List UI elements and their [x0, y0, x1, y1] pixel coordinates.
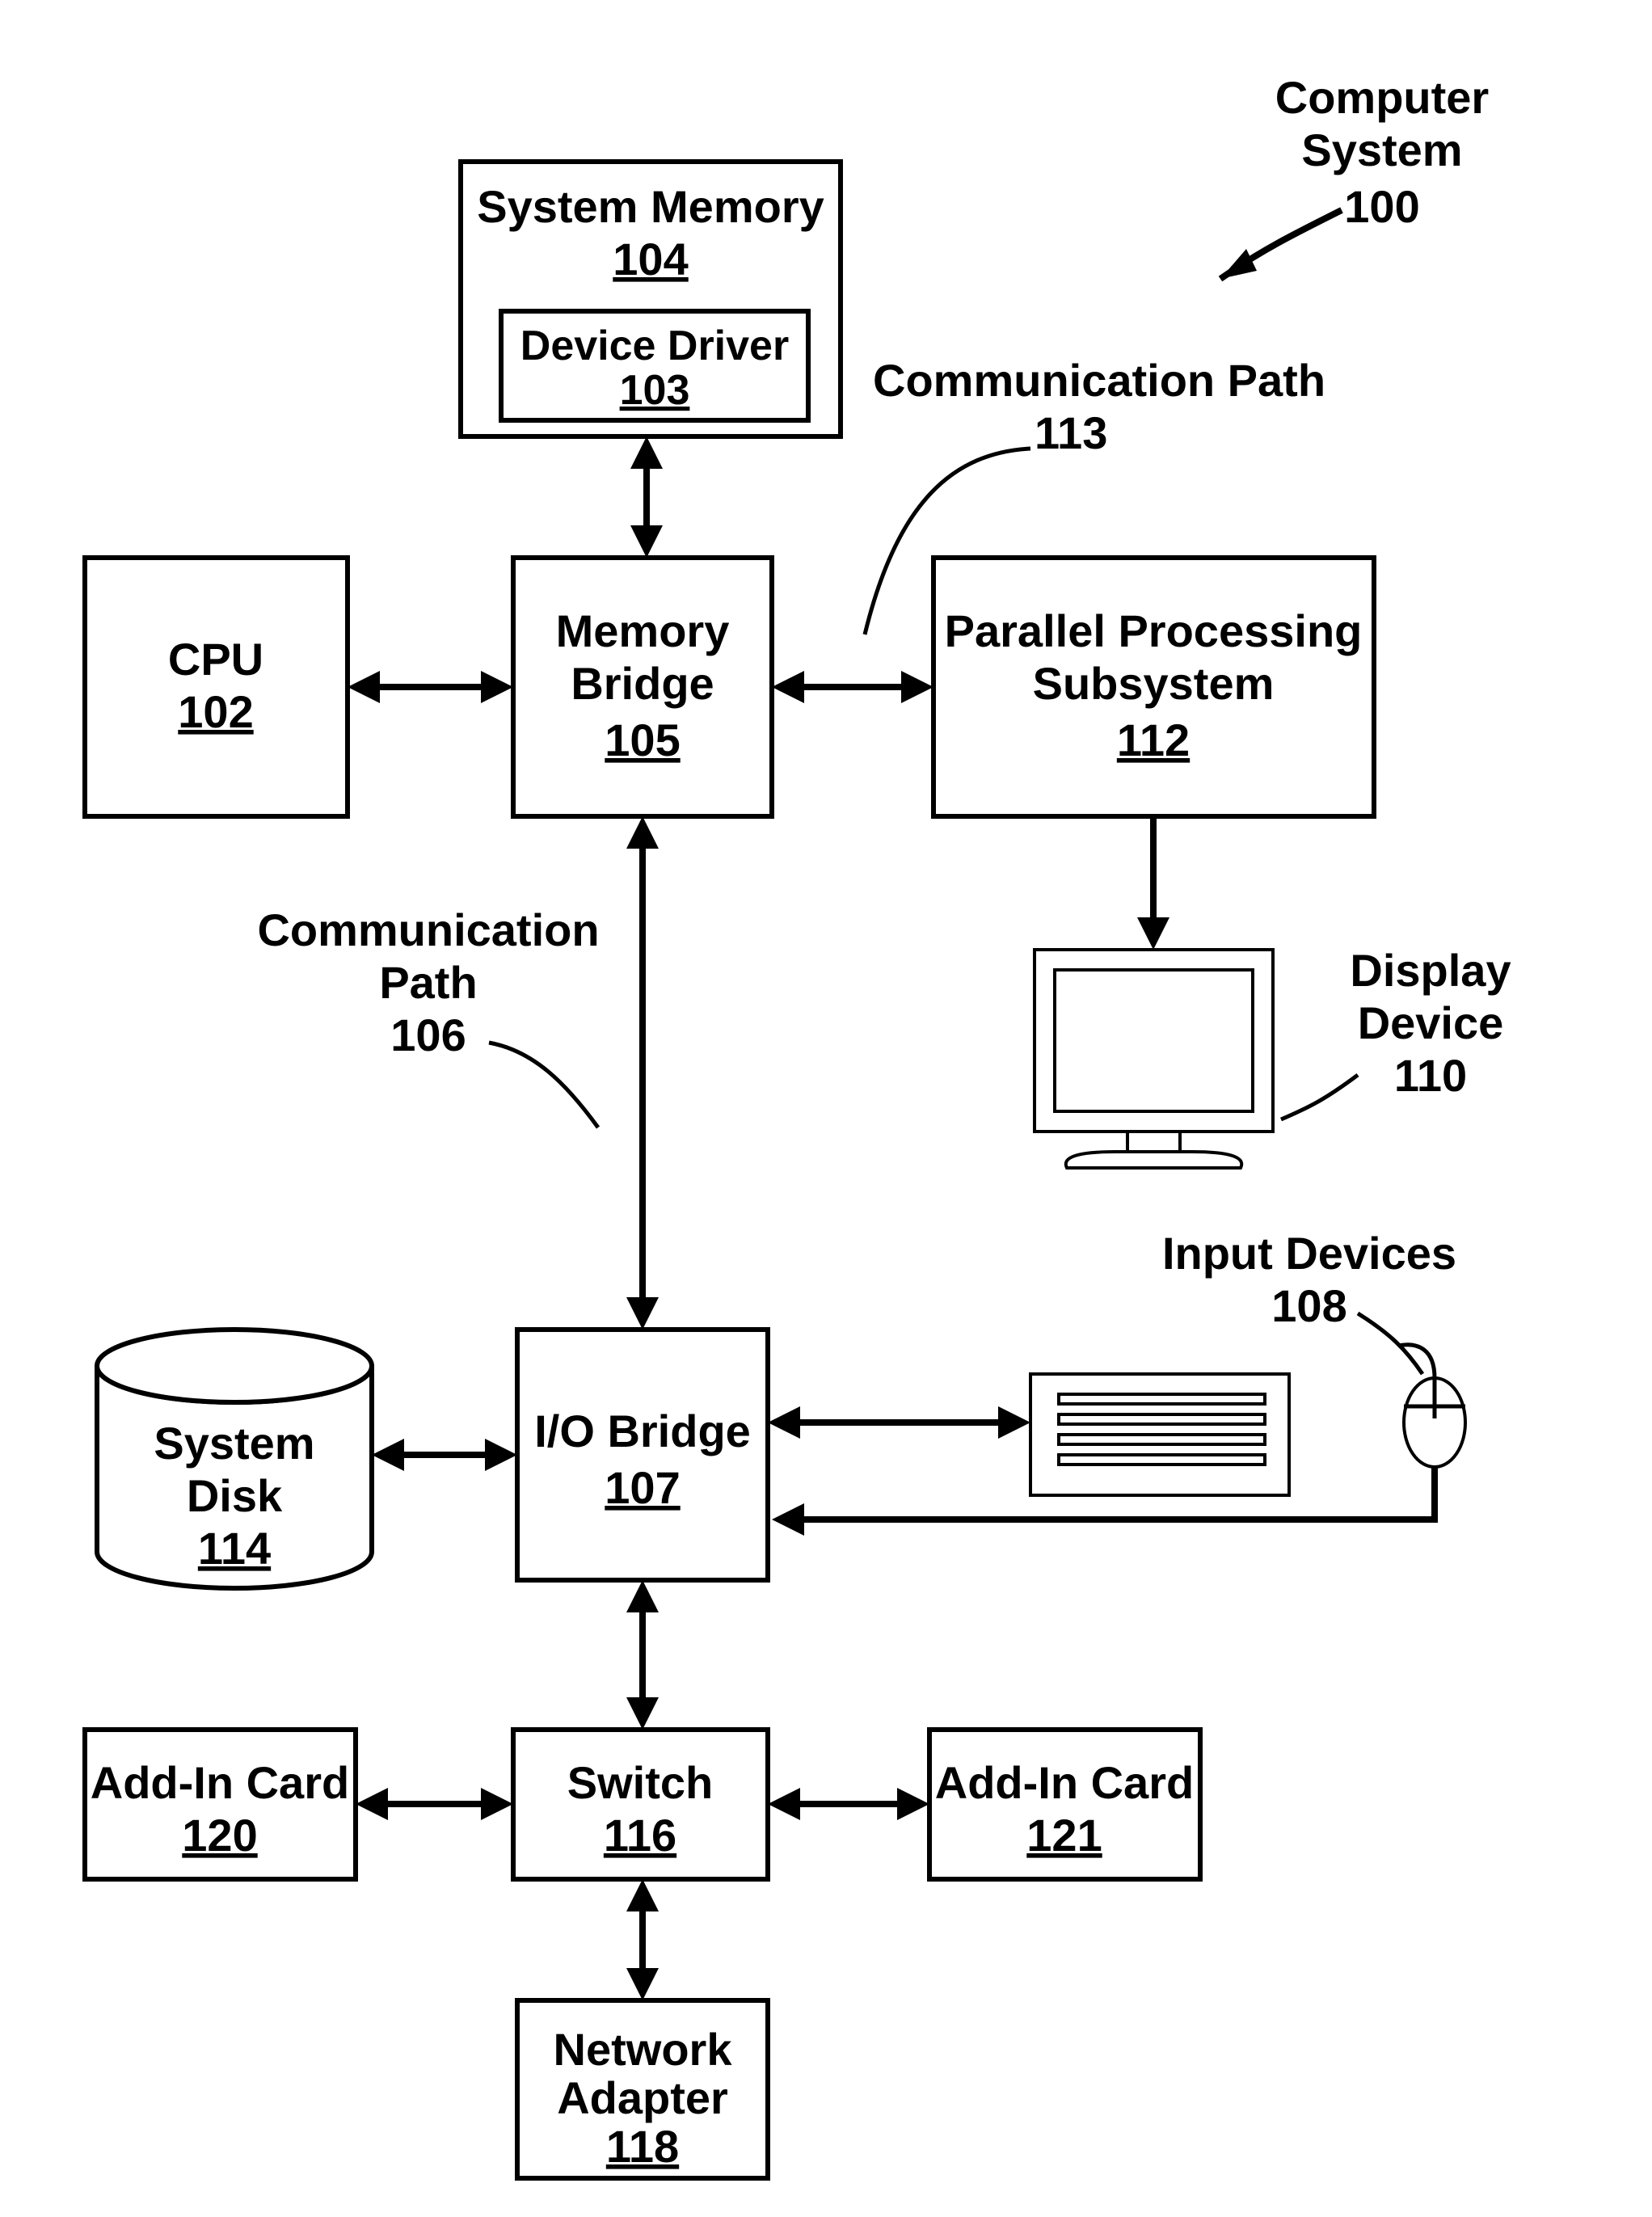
membridge-l2: Bridge: [571, 658, 714, 709]
commpath113-l1: Communication Path: [873, 355, 1325, 406]
mouse-icon: [1398, 1345, 1465, 1467]
conn-addin120-switch: [356, 1788, 513, 1820]
sysdisk-l1: System: [154, 1418, 314, 1469]
addin121-label: Add-In Card: [935, 1757, 1194, 1808]
switch-label: Switch: [567, 1757, 713, 1808]
inputdev-label: Input Devices: [1162, 1228, 1456, 1279]
commpath106-l2: Path: [379, 957, 477, 1008]
title-l2: System: [1301, 124, 1462, 175]
computer-system-diagram: Computer System 100 System Memory 104 De…: [0, 0, 1652, 2217]
commpath106-l1: Communication: [257, 904, 599, 955]
sysdisk-num: 114: [198, 1523, 271, 1574]
netadp-num: 118: [606, 2121, 679, 2172]
system-disk-block: System Disk 114: [97, 1330, 372, 1588]
netadp-l2: Adapter: [557, 2072, 728, 2123]
commpath113-num: 113: [1035, 407, 1107, 458]
sysdisk-l2: Disk: [187, 1470, 283, 1521]
conn-membridge-iobridge: [626, 816, 659, 1330]
title-l1: Computer: [1275, 72, 1489, 123]
conn-cpu-membridge: [348, 671, 513, 703]
conn-switch-netadp: [626, 1879, 659, 2000]
inputdev-num: 108: [1271, 1280, 1346, 1331]
conn-sysmem-membridge: [630, 436, 663, 558]
addin120-label: Add-In Card: [91, 1757, 349, 1808]
addin121-num: 121: [1026, 1810, 1102, 1861]
conn-switch-addin121: [768, 1788, 929, 1820]
display-leader: [1281, 1075, 1358, 1119]
cpu-label: CPU: [168, 634, 263, 685]
network-adapter-block: Network Adapter 118: [517, 2000, 768, 2178]
commpath106-num: 106: [390, 1009, 466, 1060]
pps-l2: Subsystem: [1033, 658, 1275, 709]
conn-iobridge-keyboard: [768, 1406, 1030, 1439]
display-device: [1035, 950, 1273, 1168]
display-l2: Device: [1358, 997, 1504, 1048]
cpu-block: CPU 102: [85, 558, 348, 816]
conn-iobridge-switch: [626, 1580, 659, 1730]
sysmem-label: System Memory: [477, 181, 824, 232]
title-num: 100: [1344, 181, 1419, 232]
iobridge-label: I/O Bridge: [534, 1406, 751, 1456]
conn-membridge-pps: [772, 671, 933, 703]
io-bridge-block: I/O Bridge 107: [517, 1330, 768, 1580]
commpath106-leader: [489, 1043, 598, 1127]
display-num: 110: [1394, 1050, 1467, 1101]
devdrv-num: 103: [620, 367, 690, 414]
memory-bridge-block: Memory Bridge 105: [513, 558, 772, 816]
iobridge-num: 107: [605, 1462, 680, 1513]
switch-num: 116: [604, 1810, 676, 1861]
netadp-l1: Network: [554, 2024, 733, 2075]
cpu-num: 102: [178, 686, 253, 737]
keyboard-icon: [1030, 1374, 1289, 1495]
pps-l1: Parallel Processing: [945, 605, 1363, 656]
pps-num: 112: [1117, 714, 1190, 765]
conn-pps-display: [1137, 816, 1169, 950]
devdrv-label: Device Driver: [520, 322, 789, 369]
membridge-l1: Memory: [556, 605, 730, 656]
addin-card-121-block: Add-In Card 121: [929, 1730, 1200, 1879]
conn-sysdisk-iobridge: [372, 1439, 517, 1471]
pps-block: Parallel Processing Subsystem 112: [933, 558, 1374, 816]
membridge-num: 105: [605, 714, 680, 765]
switch-block: Switch 116: [513, 1730, 768, 1879]
addin-card-120-block: Add-In Card 120: [85, 1730, 356, 1879]
system-memory-block: System Memory 104 Device Driver 103: [461, 162, 841, 436]
display-l1: Display: [1350, 945, 1511, 996]
title-arrow-icon: [1220, 249, 1257, 279]
addin120-num: 120: [182, 1810, 257, 1861]
sysmem-num: 104: [613, 234, 688, 285]
